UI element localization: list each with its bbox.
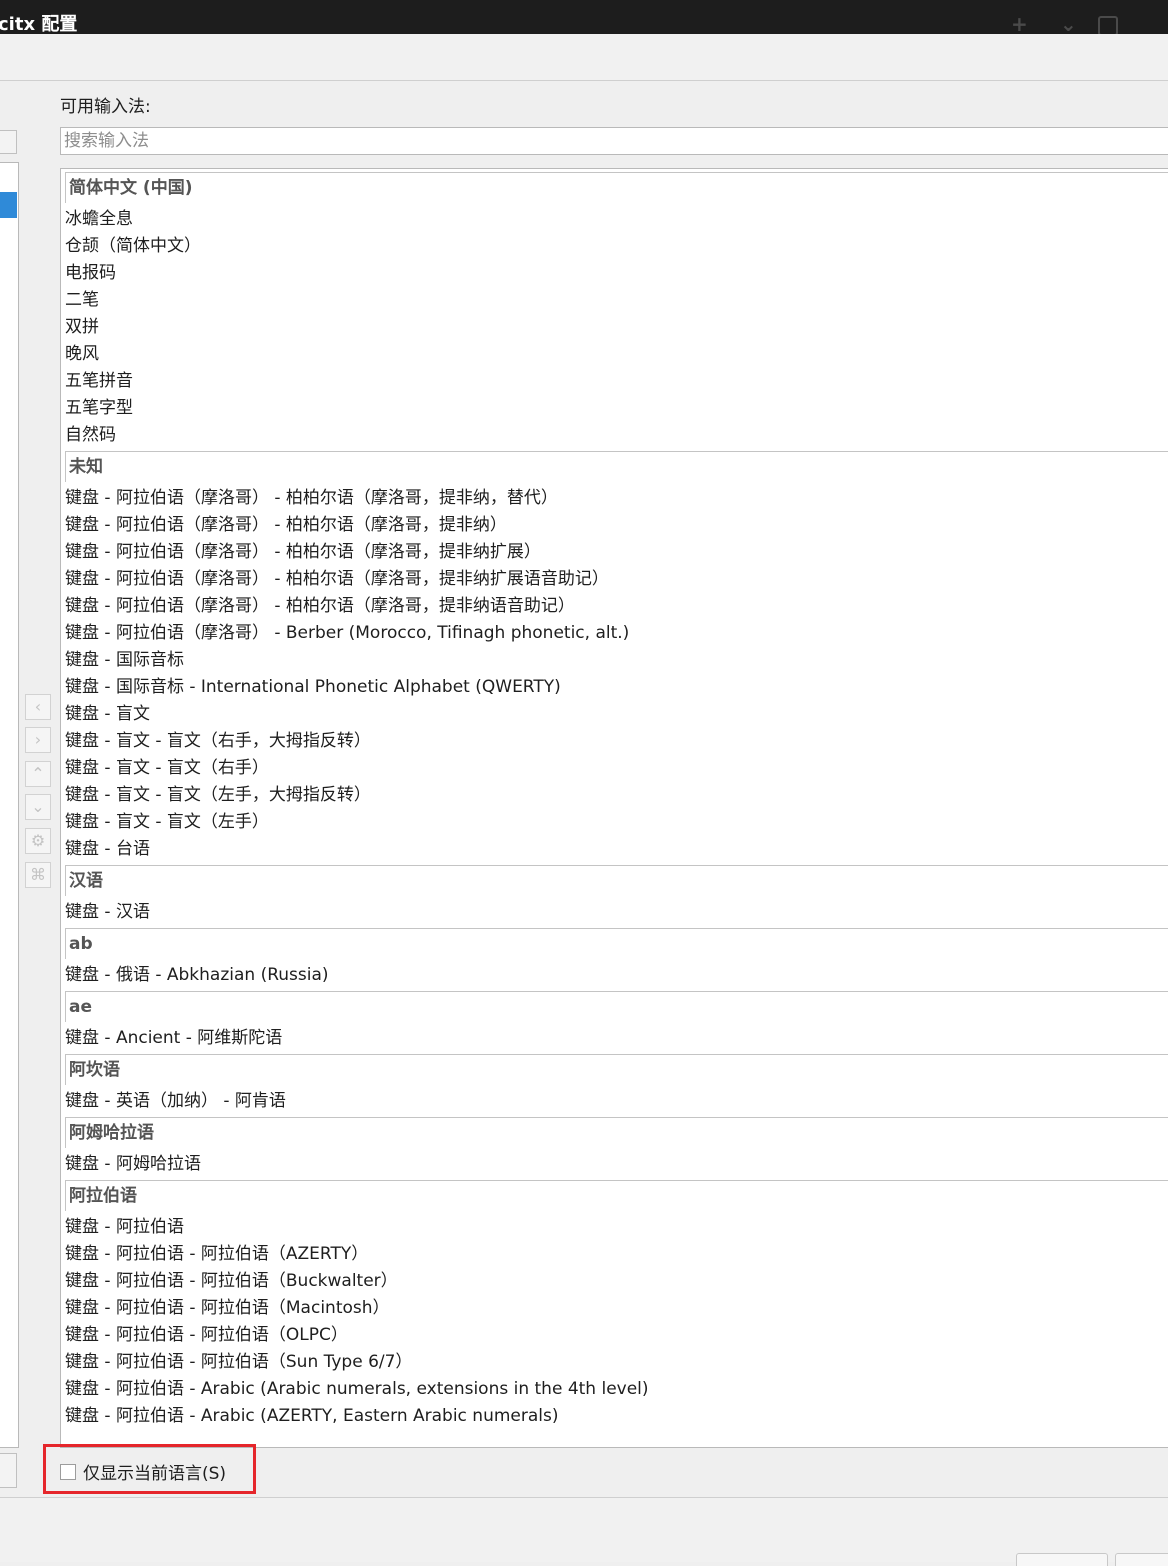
search-input[interactable] xyxy=(60,127,1168,155)
input-method-item[interactable]: 电报码 xyxy=(61,260,1168,287)
chevron-up-icon: ⌃ xyxy=(31,764,45,783)
settings-icon: ⚙ xyxy=(30,831,46,850)
input-method-item[interactable]: 键盘 - 国际音标 - International Phonetic Alpha… xyxy=(61,674,1168,701)
input-method-item[interactable]: 键盘 - 阿拉伯语 - Arabic (Arabic numerals, ext… xyxy=(61,1376,1168,1403)
input-method-item[interactable]: 键盘 - 国际音标 xyxy=(61,647,1168,674)
input-method-item[interactable]: 键盘 - 盲文 xyxy=(61,701,1168,728)
input-method-item[interactable]: 键盘 - 英语（加纳） - 阿肯语 xyxy=(61,1088,1168,1115)
move-down-button[interactable]: ⌄ xyxy=(25,794,51,820)
input-method-item[interactable]: 键盘 - 盲文 - 盲文（左手） xyxy=(61,809,1168,836)
input-method-item[interactable]: 键盘 - Ancient - 阿维斯陀语 xyxy=(61,1025,1168,1052)
input-method-item[interactable]: 双拼 xyxy=(61,314,1168,341)
input-method-item[interactable]: 自然码 xyxy=(61,422,1168,449)
group-header: 未知 xyxy=(65,451,1168,482)
input-method-item[interactable]: 键盘 - 阿拉伯语 - 阿拉伯语（Buckwalter） xyxy=(61,1268,1168,1295)
input-method-item[interactable]: 二笔 xyxy=(61,287,1168,314)
group-header: 阿拉伯语 xyxy=(65,1180,1168,1211)
input-method-item[interactable]: 键盘 - 阿拉伯语 - 阿拉伯语（Macintosh） xyxy=(61,1295,1168,1322)
input-method-item[interactable]: 晚风 xyxy=(61,341,1168,368)
input-method-item[interactable]: 键盘 - 阿拉伯语 - 阿拉伯语（OLPC） xyxy=(61,1322,1168,1349)
input-method-item[interactable]: 键盘 - 台语 xyxy=(61,836,1168,863)
dialog-footer xyxy=(0,1497,1168,1562)
left-pane-bottom-button[interactable] xyxy=(0,1453,17,1488)
current-input-methods-list[interactable] xyxy=(0,162,19,1448)
move-up-button[interactable]: ⌃ xyxy=(25,761,51,787)
group-header: ab xyxy=(65,928,1168,959)
input-method-item[interactable]: 仓颉（简体中文） xyxy=(61,233,1168,260)
input-method-item[interactable]: 五笔字型 xyxy=(61,395,1168,422)
footer-button[interactable] xyxy=(1115,1553,1168,1566)
move-right-button[interactable]: › xyxy=(25,727,51,753)
group-header: 汉语 xyxy=(65,865,1168,896)
input-method-item[interactable]: 键盘 - 阿拉伯语（摩洛哥） - 柏柏尔语（摩洛哥，提非纳，替代） xyxy=(61,485,1168,512)
input-method-item[interactable]: 键盘 - 阿拉伯语（摩洛哥） - 柏柏尔语（摩洛哥，提非纳扩展语音助记） xyxy=(61,566,1168,593)
available-input-methods-list[interactable]: 简体中文 (中国) 冰蟾全息 仓颉（简体中文） 电报码 二笔 双拼 晚风 五笔拼音 五笔字型 自然… xyxy=(60,168,1168,1448)
group-header: ae xyxy=(65,991,1168,1022)
input-method-item[interactable]: 五笔拼音 xyxy=(61,368,1168,395)
chevron-left-icon: ‹ xyxy=(34,697,42,716)
input-method-item[interactable]: 键盘 - 阿拉伯语（摩洛哥） - 柏柏尔语（摩洛哥，提非纳） xyxy=(61,512,1168,539)
left-pane-button[interactable] xyxy=(0,130,17,154)
add-icon[interactable]: + xyxy=(1011,14,1028,34)
chevron-down-icon: ⌄ xyxy=(31,797,45,816)
input-method-item[interactable]: 键盘 - 俄语 - Abkhazian (Russia) xyxy=(61,962,1168,989)
group-header: 阿姆哈拉语 xyxy=(65,1117,1168,1148)
input-method-item[interactable]: 键盘 - 阿拉伯语 - Arabic (AZERTY, Eastern Arab… xyxy=(61,1403,1168,1430)
group-header: 阿坎语 xyxy=(65,1054,1168,1085)
window-titlebar: citx 配置 + ⌄ xyxy=(0,0,1168,36)
input-method-item[interactable]: 键盘 - 盲文 - 盲文（左手，大拇指反转） xyxy=(61,782,1168,809)
input-method-item[interactable]: 键盘 - 阿拉伯语（摩洛哥） - 柏柏尔语（摩洛哥，提非纳语音助记） xyxy=(61,593,1168,620)
chevron-right-icon: › xyxy=(34,730,42,749)
command-key-icon: ⌘ xyxy=(30,865,46,884)
input-method-item[interactable]: 键盘 - 阿拉伯语（摩洛哥） - 柏柏尔语（摩洛哥，提非纳扩展） xyxy=(61,539,1168,566)
input-method-item[interactable]: 键盘 - 阿拉伯语 xyxy=(61,1214,1168,1241)
input-method-item[interactable]: 键盘 - 阿拉伯语（摩洛哥） - Berber (Morocco, Tifina… xyxy=(61,620,1168,647)
input-method-item[interactable]: 键盘 - 汉语 xyxy=(61,899,1168,926)
restore-icon[interactable] xyxy=(1098,16,1118,36)
input-method-item[interactable]: 键盘 - 阿姆哈拉语 xyxy=(61,1151,1168,1178)
highlight-box xyxy=(43,1444,256,1494)
input-method-item[interactable]: 键盘 - 阿拉伯语 - 阿拉伯语（AZERTY） xyxy=(61,1241,1168,1268)
keyboard-layout-button[interactable]: ⌘ xyxy=(25,862,51,888)
window-title: citx 配置 xyxy=(0,14,78,35)
selected-input-method[interactable] xyxy=(0,192,17,218)
available-input-methods-label: 可用输入法: xyxy=(60,97,151,117)
move-left-button[interactable]: ‹ xyxy=(25,694,51,720)
input-method-item[interactable]: 键盘 - 阿拉伯语 - 阿拉伯语（Sun Type 6/7） xyxy=(61,1349,1168,1376)
chevron-down-icon[interactable]: ⌄ xyxy=(1060,14,1077,34)
tab-strip xyxy=(0,34,1168,81)
group-header: 简体中文 (中国) xyxy=(65,172,1168,203)
input-method-item[interactable]: 键盘 - 盲文 - 盲文（右手，大拇指反转） xyxy=(61,728,1168,755)
input-method-item[interactable]: 键盘 - 盲文 - 盲文（右手） xyxy=(61,755,1168,782)
configure-button[interactable]: ⚙ xyxy=(25,828,51,854)
input-method-item[interactable]: 冰蟾全息 xyxy=(61,206,1168,233)
footer-button[interactable] xyxy=(1016,1553,1108,1566)
